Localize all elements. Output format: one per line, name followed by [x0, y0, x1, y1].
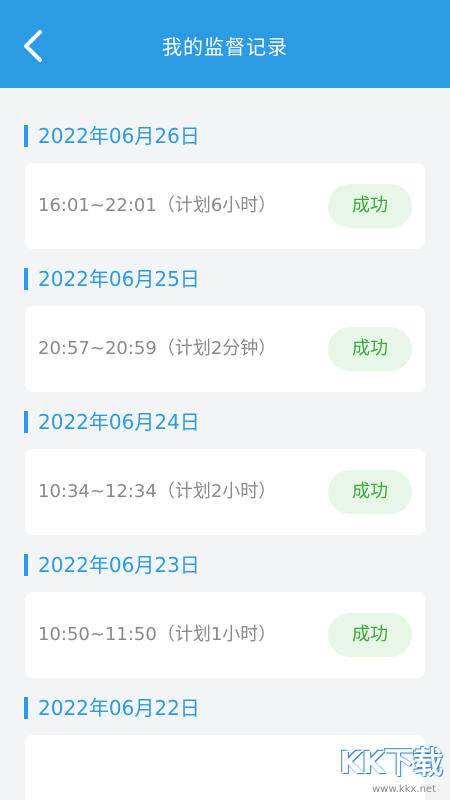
date-marker — [24, 411, 28, 433]
date-marker — [24, 554, 28, 576]
date-marker — [24, 125, 28, 147]
record-card[interactable] — [25, 735, 425, 800]
status-badge[interactable]: 成功 — [328, 184, 412, 228]
record-time: 16:01~22:01（计划6小时） — [38, 195, 277, 216]
status-badge[interactable]: 成功 — [328, 327, 412, 371]
date-heading: 2022年06月24日 — [24, 410, 200, 434]
record-group: 2022年06月22日 — [0, 660, 450, 800]
record-time: 10:34~12:34（计划2小时） — [38, 481, 277, 502]
record-time: 20:57~20:59（计划2分钟） — [38, 338, 277, 359]
record-list[interactable]: 2022年06月26日 16:01~22:01（计划6小时） 成功 2022年0… — [0, 88, 450, 800]
record-time: 10:50~11:50（计划1小时） — [38, 624, 277, 645]
date-text: 2022年06月24日 — [38, 410, 200, 434]
date-heading: 2022年06月23日 — [24, 553, 200, 577]
record-group: 2022年06月25日 20:57~20:59（计划2分钟） 成功 — [0, 231, 450, 392]
status-badge[interactable]: 成功 — [328, 470, 412, 514]
date-marker — [24, 697, 28, 719]
app-header: 我的监督记录 — [0, 0, 450, 88]
date-heading: 2022年06月26日 — [24, 124, 200, 148]
date-text: 2022年06月23日 — [38, 553, 200, 577]
status-badge[interactable]: 成功 — [328, 613, 412, 657]
date-text: 2022年06月25日 — [38, 267, 200, 291]
record-group: 2022年06月23日 10:50~11:50（计划1小时） 成功 — [0, 517, 450, 678]
record-group: 2022年06月26日 16:01~22:01（计划6小时） 成功 — [0, 88, 450, 249]
date-heading: 2022年06月25日 — [24, 267, 200, 291]
date-heading: 2022年06月22日 — [24, 696, 200, 720]
record-group: 2022年06月24日 10:34~12:34（计划2小时） 成功 — [0, 374, 450, 535]
date-text: 2022年06月22日 — [38, 696, 200, 720]
date-text: 2022年06月26日 — [38, 124, 200, 148]
date-marker — [24, 268, 28, 290]
page-title: 我的监督记录 — [162, 35, 288, 59]
